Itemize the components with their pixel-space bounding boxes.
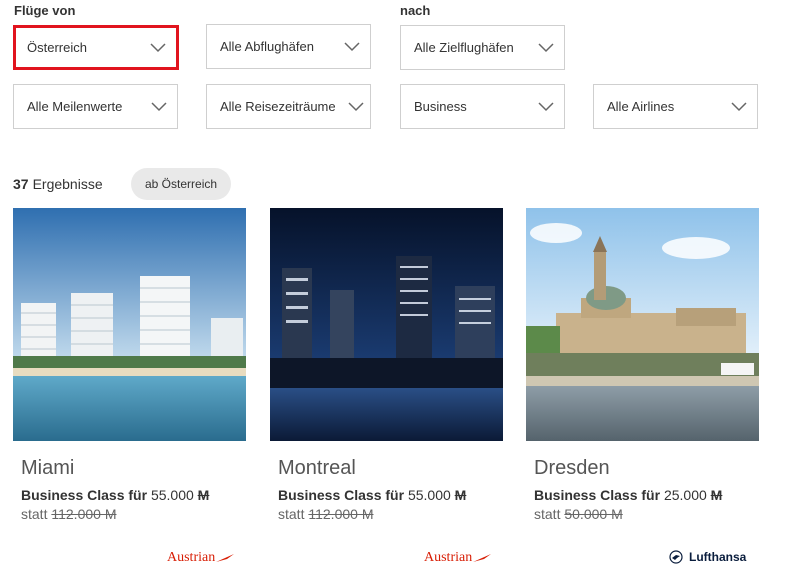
origin-filter-chip[interactable]: ab Österreich	[131, 168, 232, 200]
offer-price-value: 25.000	[663, 487, 707, 503]
offer-old-price: statt 112.000 M	[21, 506, 246, 522]
offer-old-value: 112.000 M	[51, 506, 117, 522]
lufthansa-crane-icon	[669, 550, 683, 564]
offer-price: Business Class für 55.000 M	[278, 487, 503, 503]
origin-select-value: Österreich	[27, 40, 87, 55]
chevron-down-icon	[344, 41, 360, 51]
austrian-logo-text: Austrian	[167, 550, 216, 565]
departure-airport-value: Alle Abflughäfen	[220, 39, 314, 54]
miami-photo	[13, 208, 246, 441]
montreal-photo	[270, 208, 503, 441]
austrian-arrow-icon	[216, 554, 235, 562]
offer-card-miami[interactable]: Miami Business Class für 55.000 M statt …	[13, 208, 246, 522]
austrian-logo: Austrian	[167, 550, 235, 566]
chevron-down-icon	[538, 42, 554, 52]
airlines-value: Alle Airlines	[607, 99, 675, 114]
offer-old-value: 112.000 M	[308, 506, 374, 522]
austrian-logo: Austrian	[424, 550, 492, 566]
offer-price-prefix: Business Class für	[21, 487, 148, 503]
to-label: nach	[400, 3, 431, 18]
results-number: 37	[13, 176, 29, 192]
miles-value: Alle Meilenwerte	[27, 99, 123, 114]
cabin-value: Business	[414, 99, 467, 114]
offer-price-prefix: Business Class für	[534, 487, 661, 503]
austrian-arrow-icon	[473, 554, 492, 562]
offer-price-prefix: Business Class für	[278, 487, 405, 503]
offer-city: Montreal	[278, 457, 356, 479]
offer-old-prefix: statt	[21, 506, 48, 522]
offer-old-prefix: statt	[278, 506, 305, 522]
from-label: Flüge von	[14, 3, 76, 18]
departure-airport-select[interactable]: Alle Abflughäfen	[206, 24, 371, 69]
miles-symbol: M	[454, 487, 467, 503]
airlines-select[interactable]: Alle Airlines	[593, 84, 758, 129]
results-count: 37 Ergebnisse	[13, 168, 103, 200]
travel-period-value: Alle Reisezeiträume	[220, 99, 336, 114]
offer-card-dresden[interactable]: Dresden Business Class für 25.000 M stat…	[526, 208, 759, 522]
offer-old-price: statt 112.000 M	[278, 506, 503, 522]
miles-select[interactable]: Alle Meilenwerte	[13, 84, 178, 129]
chevron-down-icon	[538, 101, 554, 111]
offer-city: Dresden	[534, 457, 610, 479]
destination-airport-select[interactable]: Alle Zielflughäfen	[400, 25, 565, 70]
offer-price: Business Class für 25.000 M	[534, 487, 759, 503]
austrian-logo-text: Austrian	[424, 550, 473, 565]
miles-symbol: M	[710, 487, 723, 503]
chevron-down-icon	[348, 101, 364, 111]
travel-period-select[interactable]: Alle Reisezeiträume	[206, 84, 371, 129]
origin-select[interactable]: Österreich	[13, 25, 179, 70]
dresden-photo	[526, 208, 759, 441]
offer-price: Business Class für 55.000 M	[21, 487, 246, 503]
destination-airport-value: Alle Zielflughäfen	[414, 40, 514, 55]
lufthansa-logo-text: Lufthansa	[689, 550, 747, 564]
offer-old-price: statt 50.000 M	[534, 506, 759, 522]
offer-price-value: 55.000	[150, 487, 194, 503]
offer-old-value: 50.000 M	[564, 506, 623, 522]
results-label: Ergebnisse	[32, 176, 103, 192]
offer-price-value: 55.000	[407, 487, 451, 503]
offer-card-montreal[interactable]: Montreal Business Class für 55.000 M sta…	[270, 208, 503, 522]
cabin-select[interactable]: Business	[400, 84, 565, 129]
chevron-down-icon	[151, 101, 167, 111]
chevron-down-icon	[731, 101, 747, 111]
offer-old-prefix: statt	[534, 506, 561, 522]
lufthansa-logo: Lufthansa	[669, 550, 746, 564]
offer-city: Miami	[21, 457, 75, 479]
chevron-down-icon	[150, 42, 166, 52]
miles-symbol: M	[197, 487, 210, 503]
